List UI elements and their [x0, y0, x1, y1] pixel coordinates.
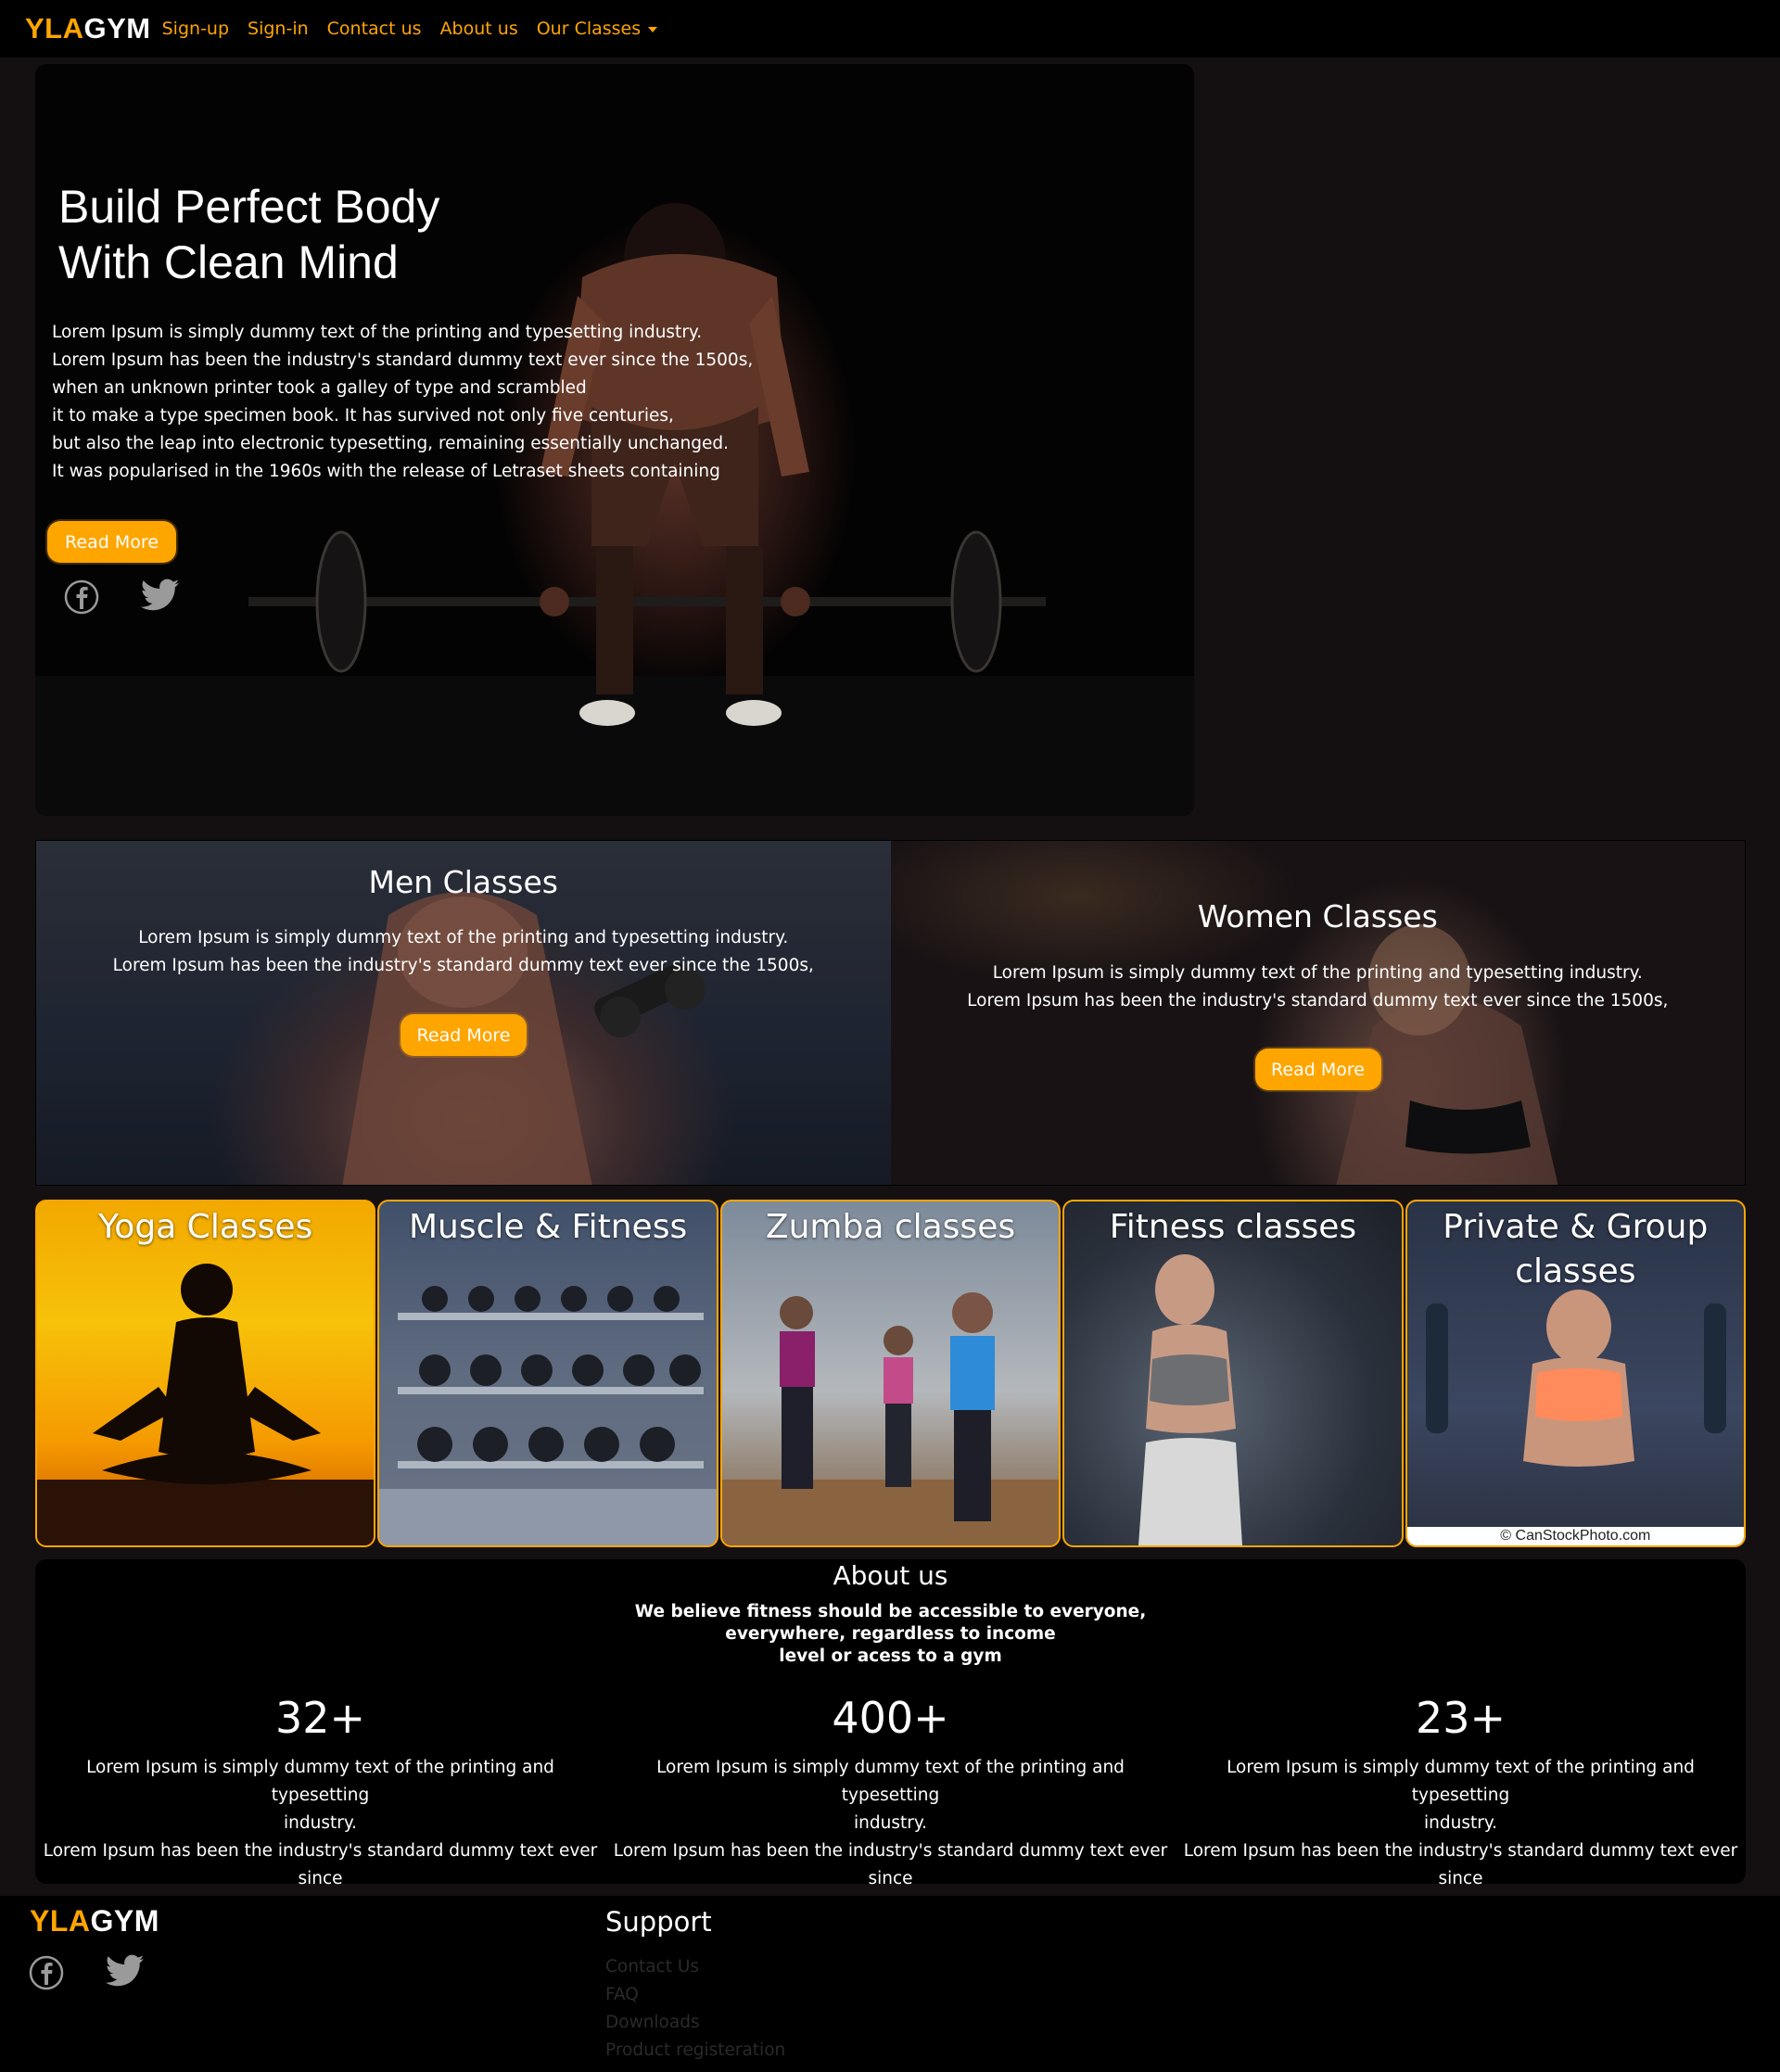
card-yoga-title: Yoga Classes	[98, 1208, 313, 1246]
card-muscle-fitness[interactable]: Muscle & Fitness	[377, 1200, 718, 1547]
footer-link-downloads[interactable]: Downloads	[605, 2009, 785, 2037]
footer-social-links	[28, 1954, 145, 1995]
footer-support-links: Contact Us FAQ Downloads Product registe…	[605, 1953, 785, 2065]
card-private-title: Private & Group classes	[1443, 1208, 1709, 1290]
hero-social-links	[63, 578, 180, 619]
class-cards: Yoga Classes Muscle & Fitness Zumba clas…	[35, 1200, 1747, 1547]
card-yoga-classes[interactable]: Yoga Classes	[35, 1200, 376, 1547]
caret-down-icon	[648, 26, 658, 32]
hero-title-line1: Build Perfect Body	[58, 181, 440, 233]
nav-link-sign-in[interactable]: Sign-in	[248, 19, 309, 39]
twitter-icon[interactable]	[140, 578, 180, 619]
stat-value: 32+	[274, 1693, 366, 1743]
footer-logo-part1: YLA	[30, 1904, 91, 1938]
hero-title-line2: With Clean Mind	[58, 236, 399, 288]
fitness-woman-image	[1138, 1254, 1243, 1545]
hero-section: Build Perfect Body With Clean Mind Lorem…	[35, 64, 1194, 816]
about-stats: 32+ Lorem Ipsum is simply dummy text of …	[35, 1691, 1746, 1921]
stat-value: 23+	[1415, 1693, 1507, 1743]
footer-brand-logo[interactable]: YLA GYM	[30, 1904, 159, 1939]
card-fitness-title: Fitness classes	[1109, 1208, 1357, 1246]
women-read-more-button[interactable]: Read More	[1254, 1049, 1381, 1090]
stat-item: 400+ Lorem Ipsum is simply dummy text of…	[605, 1691, 1176, 1921]
about-title: About us	[833, 1560, 948, 1591]
footer-link-faq[interactable]: FAQ	[605, 1981, 785, 2009]
stat-value: 400+	[832, 1693, 949, 1743]
yoga-silhouette-image	[37, 1264, 375, 1545]
footer: YLA GYM Support Contact Us FAQ Downloads …	[0, 1896, 1780, 2072]
brand-logo[interactable]: YLA GYM	[25, 12, 151, 45]
nav-dropdown-label: Our Classes	[536, 19, 642, 39]
stock-photo-watermark: © CanStockPhoto.com	[1406, 1527, 1745, 1545]
stat-item: 23+ Lorem Ipsum is simply dummy text of …	[1176, 1691, 1746, 1921]
brand-logo-part1: YLA	[25, 12, 84, 44]
men-classes-description: Lorem Ipsum is simply dummy text of the …	[112, 928, 814, 975]
card-private-group-classes[interactable]: Private & Group classes © CanStockPhoto.…	[1405, 1200, 1747, 1547]
stat-item: 32+ Lorem Ipsum is simply dummy text of …	[35, 1691, 605, 1921]
women-classes-panel: Women Classes Lorem Ipsum is simply dumm…	[890, 841, 1745, 1185]
zumba-dancers-image	[721, 1292, 1060, 1545]
footer-logo-part2: GYM	[90, 1904, 159, 1938]
men-classes-title: Men Classes	[368, 864, 559, 900]
card-fitness-classes[interactable]: Fitness classes	[1062, 1200, 1404, 1547]
twitter-icon[interactable]	[105, 1954, 145, 1995]
men-women-classes: Men Classes Lorem Ipsum is simply dummy …	[35, 840, 1746, 1186]
card-zumba-title: Zumba classes	[765, 1208, 1016, 1246]
men-classes-panel: Men Classes Lorem Ipsum is simply dummy …	[36, 841, 891, 1185]
hero-description: Lorem Ipsum is simply dummy text of the …	[52, 323, 754, 481]
nav-link-sign-up[interactable]: Sign-up	[162, 19, 229, 39]
card-zumba-classes[interactable]: Zumba classes	[719, 1200, 1062, 1547]
brand-logo-part2: GYM	[83, 12, 151, 44]
hero-title: Build Perfect Body With Clean Mind	[58, 179, 615, 290]
facebook-icon[interactable]	[63, 578, 100, 619]
dumbbell-rack-image	[379, 1286, 717, 1545]
hero-read-more-button[interactable]: Read More	[47, 521, 176, 563]
nav-link-about-us[interactable]: About us	[440, 19, 518, 39]
nav-dropdown-our-classes[interactable]: Our Classes	[536, 19, 658, 39]
women-classes-title: Women Classes	[1197, 898, 1438, 934]
men-read-more-button[interactable]: Read More	[400, 1014, 527, 1056]
facebook-icon[interactable]	[28, 1954, 65, 1995]
nav-link-contact-us[interactable]: Contact us	[327, 19, 422, 39]
footer-link-product-registration[interactable]: Product registeration	[605, 2037, 785, 2065]
navbar: YLA GYM Sign-up Sign-in Contact us About …	[0, 0, 1780, 57]
about-tagline: We believe fitness should be accessible …	[634, 1602, 1147, 1666]
footer-support-title: Support	[605, 1906, 712, 1938]
footer-link-contact-us[interactable]: Contact Us	[605, 1953, 785, 1981]
card-muscle-title: Muscle & Fitness	[409, 1208, 688, 1246]
women-classes-description: Lorem Ipsum is simply dummy text of the …	[967, 963, 1669, 1011]
about-section: About us We believe fitness should be ac…	[35, 1559, 1746, 1916]
